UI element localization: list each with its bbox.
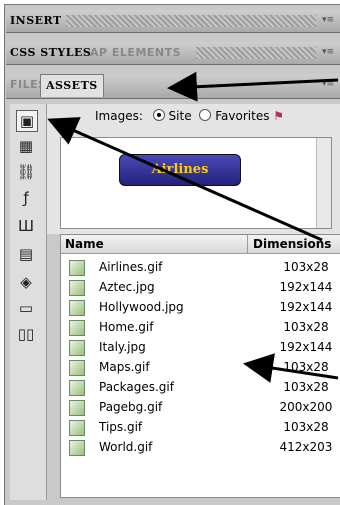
arrow-to-assets-tab [167,71,339,102]
annotation-arrows [47,71,339,383]
arrow-to-list [243,353,339,383]
arrow-to-image-icon [47,117,323,242]
